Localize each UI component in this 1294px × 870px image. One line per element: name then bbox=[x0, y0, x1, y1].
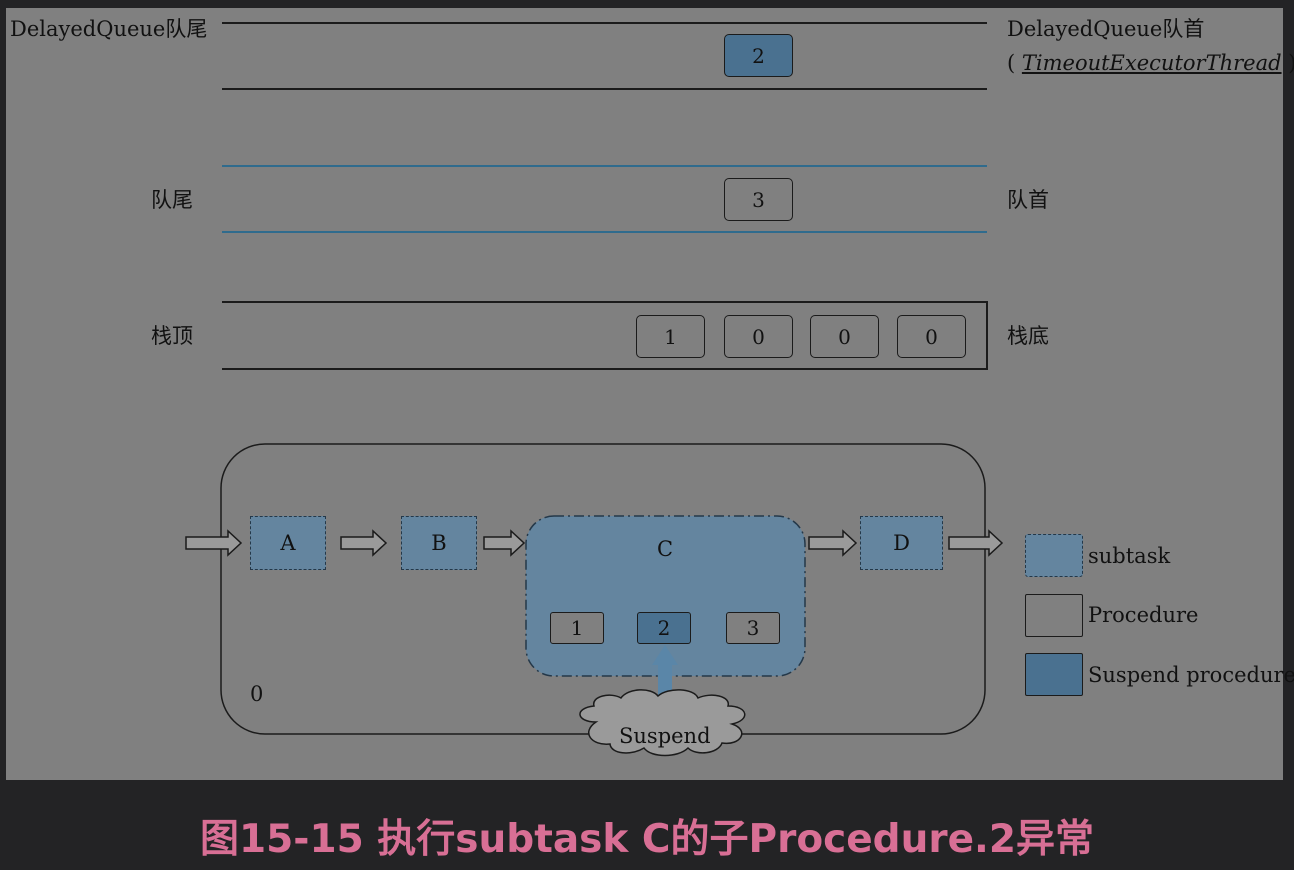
subtask-b: B bbox=[401, 516, 477, 570]
paren-close: ) bbox=[1288, 51, 1294, 75]
c-child-procedure-1: 1 bbox=[550, 612, 604, 644]
queue-head-label: 队首 bbox=[1007, 188, 1049, 212]
legend-procedure-swatch bbox=[1025, 594, 1083, 637]
figure-caption: 图15-15 执行subtask C的子Procedure.2异常 bbox=[199, 817, 1094, 862]
arrow-b-c bbox=[483, 529, 526, 557]
c-child-procedure-2: 2 bbox=[637, 612, 691, 644]
legend-subtask-label: subtask bbox=[1088, 544, 1171, 568]
legend-suspend-label: Suspend procedure bbox=[1088, 663, 1294, 687]
arrow-c-d bbox=[808, 529, 858, 557]
stack-item-3: 0 bbox=[810, 315, 879, 358]
arrow-in bbox=[185, 529, 243, 557]
legend-procedure-label: Procedure bbox=[1088, 603, 1199, 627]
delayed-queue-head-note: ( TimeoutExecutorThread ) bbox=[1007, 51, 1294, 75]
c-child-procedure-3: 3 bbox=[726, 612, 780, 644]
arrow-out bbox=[948, 529, 1004, 557]
delayed-queue-head-label: DelayedQueue队首 bbox=[1007, 17, 1205, 41]
subtask-a: A bbox=[250, 516, 326, 570]
diagram-figure: DelayedQueue队尾 2 DelayedQueue队首 ( Timeou… bbox=[6, 8, 1294, 780]
stack-item-2: 0 bbox=[724, 315, 793, 358]
legend-subtask-swatch bbox=[1025, 534, 1083, 577]
queue-item: 3 bbox=[724, 178, 793, 221]
stack-item-1: 1 bbox=[636, 315, 705, 358]
procedure-id-label: 0 bbox=[250, 682, 264, 706]
legend-suspend-swatch bbox=[1025, 653, 1083, 696]
arrow-a-b bbox=[340, 529, 388, 557]
subtask-d: D bbox=[860, 516, 943, 570]
delayed-queue-tail-label: DelayedQueue队尾 bbox=[10, 17, 208, 41]
delayed-queue-item: 2 bbox=[724, 34, 793, 77]
stack-bottom-label: 栈底 bbox=[1007, 324, 1049, 348]
paren-open: ( bbox=[1007, 51, 1016, 75]
stack-item-4: 0 bbox=[897, 315, 966, 358]
subtask-c-label: C bbox=[657, 537, 674, 561]
suspend-label: Suspend bbox=[619, 724, 711, 748]
queue-tail-label: 队尾 bbox=[151, 188, 193, 212]
stack-top-label: 栈顶 bbox=[151, 324, 193, 348]
timeout-executor-thread-label: TimeoutExecutorThread bbox=[1021, 51, 1282, 75]
